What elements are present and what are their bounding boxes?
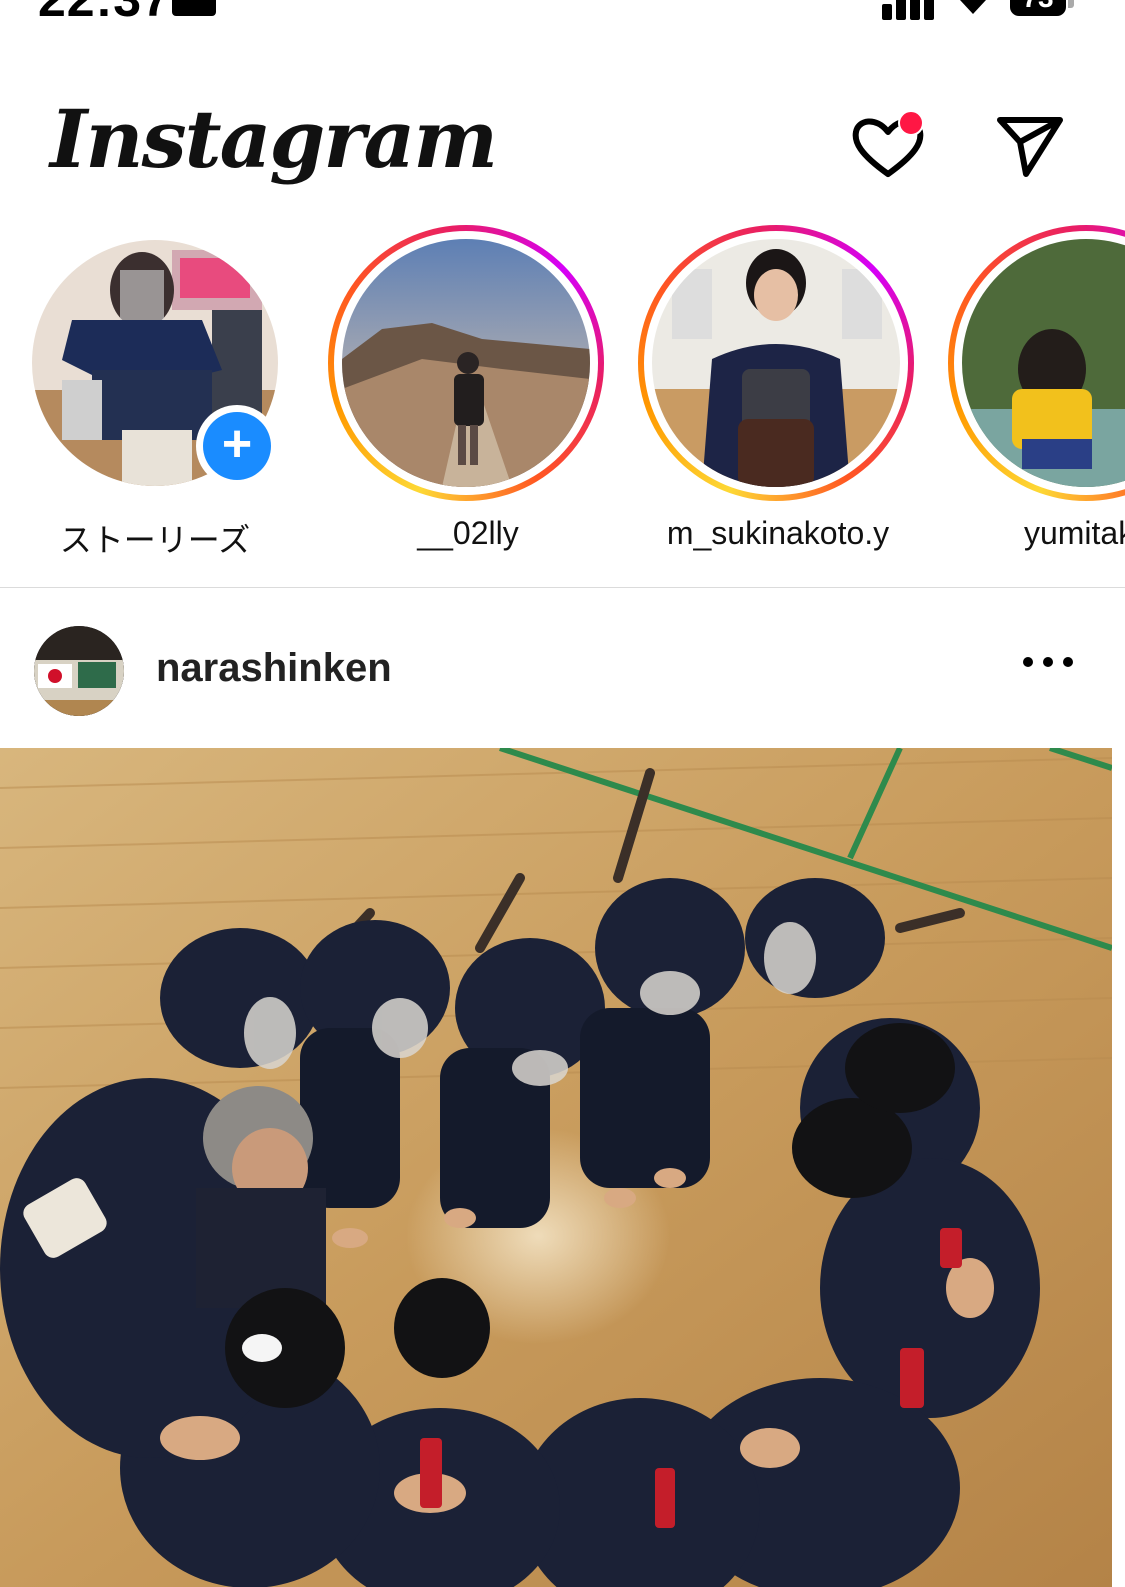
story-own[interactable]: + ストーリーズ <box>0 225 280 570</box>
story-item[interactable]: yumitako <box>948 225 1125 570</box>
stories-tray: + ストーリーズ __02lly m_sukinakoto.y yumita <box>0 225 1125 570</box>
status-time: 22:37 <box>38 0 171 28</box>
battery-tip <box>1068 0 1074 8</box>
post-author-avatar[interactable] <box>34 626 124 716</box>
post-image[interactable] <box>0 748 1112 1587</box>
top-bar: Instagram <box>0 90 1125 210</box>
instagram-logo[interactable]: Instagram <box>50 92 498 186</box>
story-label: __02lly <box>417 515 519 551</box>
post-username[interactable]: narashinken <box>156 646 392 691</box>
direct-message-icon[interactable] <box>996 114 1064 178</box>
story-label: ストーリーズ <box>59 522 251 558</box>
stories-divider <box>0 587 1125 588</box>
status-bar: 22:37 73 <box>0 0 1125 30</box>
cellular-signal-icon <box>882 0 934 20</box>
add-story-button[interactable]: + <box>196 405 278 487</box>
notification-dot <box>898 110 924 136</box>
story-item[interactable]: __02lly <box>328 225 608 570</box>
story-avatar <box>652 239 900 487</box>
story-avatar <box>342 239 590 487</box>
plus-icon: + <box>203 412 271 480</box>
battery-icon: 73 <box>1010 0 1066 16</box>
story-label: yumitako <box>1023 515 1125 551</box>
post-header: narashinken <box>0 620 1125 720</box>
sleep-focus-icon <box>172 0 216 16</box>
wifi-icon <box>960 0 986 14</box>
story-label: m_sukinakoto.y <box>666 515 890 551</box>
more-options-icon[interactable] <box>1018 646 1078 686</box>
story-item[interactable]: m_sukinakoto.y <box>638 225 918 570</box>
